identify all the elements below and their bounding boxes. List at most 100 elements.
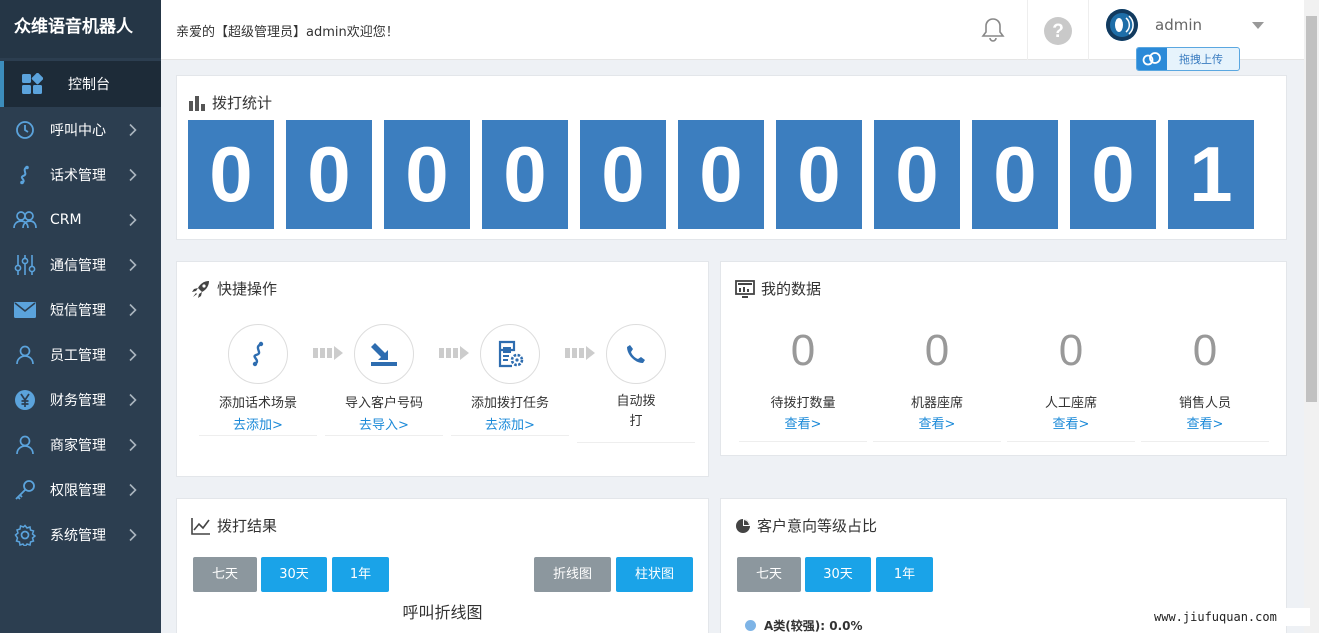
sidebar-item-permissions[interactable]: 权限管理 — [0, 467, 161, 512]
step-label: 导入客户号码 — [344, 396, 423, 411]
chevron-right-icon — [129, 213, 137, 226]
chevron-right-icon — [129, 393, 137, 406]
sidebar-item-dashboard[interactable]: 控制台 — [0, 61, 161, 107]
divider — [577, 442, 695, 443]
step-link[interactable]: 去添加> — [195, 414, 321, 433]
chevron-right-icon — [129, 438, 137, 451]
counter-digit: 0 — [972, 120, 1058, 229]
dial-result-panel: 拨打结果 七天 30天 1年 折线图 柱状图 呼叫折线图 — [176, 498, 709, 633]
quick-ops-panel: 快捷操作 添加话术场景 去添加> 导入客户号码 去导入> 添加拨打任务 去添加>… — [176, 261, 709, 477]
legend-item: A类(较强): 0.0% — [745, 617, 863, 633]
step-import-numbers: 导入客户号码 去导入> — [321, 324, 469, 443]
sidebar-item-label: 短信管理 — [50, 302, 106, 319]
brand-title: 众维语音机器人 — [0, 0, 161, 58]
sidebar-item-crm[interactable]: CRM — [0, 197, 161, 242]
help-icon[interactable]: ? — [1043, 16, 1073, 50]
counter-digit: 1 — [1168, 120, 1254, 229]
stat-label: 人工座席 — [1044, 396, 1097, 411]
rocket-icon — [192, 280, 209, 298]
divider — [1141, 441, 1269, 442]
sidebar-item-label: 控制台 — [68, 77, 110, 93]
call-counter: 0 0 0 0 0 0 0 0 0 0 1 — [188, 120, 1266, 229]
scrollbar-thumb[interactable] — [1306, 16, 1317, 402]
legend-dot — [745, 620, 756, 631]
stat-value: 0 — [1058, 326, 1084, 375]
stat-value: 0 — [924, 326, 950, 375]
counter-digit: 0 — [580, 120, 666, 229]
step-link[interactable]: 去添加> — [447, 414, 573, 433]
sidebar-item-scripts[interactable]: 话术管理 — [0, 152, 161, 197]
sidebar: 众维语音机器人 控制台 呼叫中心 话术管理 CRM 通信管理 短信管理 员工管理… — [0, 0, 161, 633]
counter-digit: 0 — [678, 120, 764, 229]
sidebar-item-communication[interactable]: 通信管理 — [0, 242, 161, 287]
scrollbar[interactable] — [1304, 0, 1319, 633]
step-label: 添加话术场景 — [218, 396, 297, 411]
counter-digit: 0 — [188, 120, 274, 229]
script-icon[interactable] — [228, 324, 288, 384]
counter-digit: 0 — [286, 120, 372, 229]
sidebar-item-call-center[interactable]: 呼叫中心 — [0, 107, 161, 152]
pie-chart-icon — [736, 518, 750, 533]
phone-icon[interactable] — [606, 324, 666, 384]
stat-label: 待拨打数量 — [770, 396, 836, 411]
top-header: 亲爱的【超级管理员】admin欢迎您！ ? admin 拖拽上传 — [161, 0, 1304, 71]
bell-icon[interactable] — [981, 17, 1005, 47]
header-divider — [1088, 0, 1089, 60]
header-divider — [1027, 0, 1028, 60]
dashboard-icon — [4, 73, 60, 95]
stat-link[interactable]: 查看> — [1004, 413, 1138, 432]
period-7-days-button[interactable]: 七天 — [737, 557, 801, 592]
step-link[interactable]: 去导入> — [321, 414, 447, 433]
import-icon[interactable] — [354, 324, 414, 384]
counter-digit: 0 — [776, 120, 862, 229]
task-settings-icon[interactable] — [480, 324, 540, 384]
sidebar-item-staff[interactable]: 员工管理 — [0, 332, 161, 377]
period-30-days-button[interactable]: 30天 — [261, 557, 327, 592]
period-30-days-button[interactable]: 30天 — [805, 557, 871, 592]
stat-label: 销售人员 — [1178, 396, 1231, 411]
step-auto-dial: 自动拨打 — [573, 324, 699, 443]
panel-title: 快捷操作 — [191, 278, 277, 299]
sidebar-item-sms[interactable]: 短信管理 — [0, 287, 161, 332]
bar-chart-button[interactable]: 柱状图 — [616, 557, 693, 592]
sidebar-item-finance[interactable]: 财务管理 — [0, 377, 161, 422]
avatar[interactable] — [1106, 9, 1138, 41]
stat-link[interactable]: 查看> — [736, 413, 870, 432]
stat-link[interactable]: 查看> — [1138, 413, 1272, 432]
sidebar-item-label: 权限管理 — [50, 482, 106, 499]
script-icon — [0, 165, 50, 185]
sidebar-item-merchants[interactable]: 商家管理 — [0, 422, 161, 467]
user-icon — [0, 435, 50, 455]
chevron-right-icon — [129, 258, 137, 271]
panel-title: 拨打统计 — [188, 92, 272, 113]
stat-label: 机器座席 — [910, 396, 963, 411]
sidebar-item-label: CRM — [50, 211, 82, 228]
users-icon — [0, 210, 50, 230]
step-label: 添加拨打任务 — [470, 396, 549, 411]
counter-digit: 0 — [874, 120, 960, 229]
bar-chart-icon — [189, 95, 205, 111]
line-chart-button[interactable]: 折线图 — [534, 557, 611, 592]
watermark: www.jiufuquan.com — [1150, 608, 1310, 626]
period-1-year-button[interactable]: 1年 — [332, 557, 389, 592]
chevron-right-icon — [129, 483, 137, 496]
sidebar-item-system[interactable]: 系统管理 — [0, 512, 161, 557]
period-7-days-button[interactable]: 七天 — [193, 557, 257, 592]
dial-stats-panel: 拨打统计 0 0 0 0 0 0 0 0 0 0 1 — [176, 75, 1287, 240]
period-1-year-button[interactable]: 1年 — [876, 557, 933, 592]
counter-digit: 0 — [384, 120, 470, 229]
chart-title: 呼叫折线图 — [402, 603, 483, 622]
stat-sales-staff: 0 销售人员 查看> — [1138, 324, 1272, 442]
username[interactable]: admin — [1155, 16, 1202, 34]
caret-down-icon[interactable] — [1252, 22, 1264, 29]
yen-icon — [0, 389, 50, 411]
stat-link[interactable]: 查看> — [870, 413, 1004, 432]
counter-digit: 0 — [482, 120, 568, 229]
divider — [1007, 441, 1135, 442]
stat-value: 0 — [1192, 326, 1218, 375]
sidebar-item-label: 财务管理 — [50, 392, 106, 409]
divider — [199, 435, 317, 436]
chevron-right-icon — [129, 348, 137, 361]
stat-robot-seats: 0 机器座席 查看> — [870, 324, 1004, 442]
drag-upload-button[interactable]: 拖拽上传 — [1136, 47, 1240, 71]
